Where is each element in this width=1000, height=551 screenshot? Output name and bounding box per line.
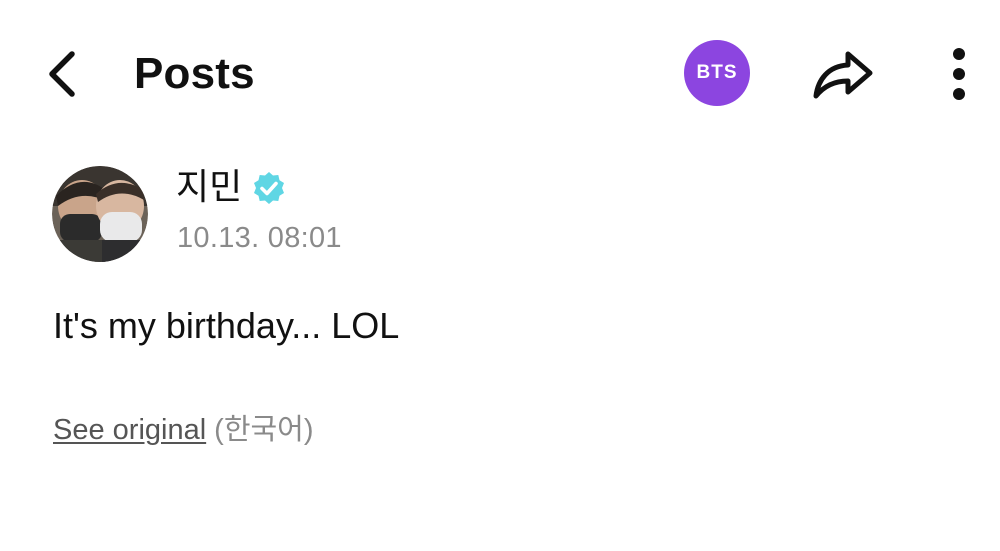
community-badge-button[interactable]: BTS xyxy=(684,40,750,106)
chevron-left-icon xyxy=(49,51,75,97)
translation-row: See original (한국어) xyxy=(53,408,314,452)
post-text: It's my birthday... LOL xyxy=(53,305,400,346)
share-arrow-icon xyxy=(813,51,873,99)
page-title: Posts xyxy=(134,49,255,98)
author-header: 지민 xyxy=(176,164,286,212)
post-timestamp: 10.13. 08:01 xyxy=(177,222,342,254)
community-badge-label: BTS xyxy=(696,62,738,83)
more-options-button[interactable] xyxy=(936,42,982,106)
back-button[interactable] xyxy=(36,44,88,104)
top-bar: Posts BTS xyxy=(0,0,1000,145)
original-language-note: (한국어) xyxy=(214,414,314,446)
share-button[interactable] xyxy=(808,42,878,106)
see-original-link[interactable]: See original xyxy=(53,414,206,446)
author-avatar[interactable] xyxy=(52,166,148,262)
avatar-photo xyxy=(52,166,148,262)
kebab-menu-icon xyxy=(953,48,965,100)
verified-badge-icon xyxy=(252,171,286,205)
author-name[interactable]: 지민 xyxy=(176,164,242,212)
